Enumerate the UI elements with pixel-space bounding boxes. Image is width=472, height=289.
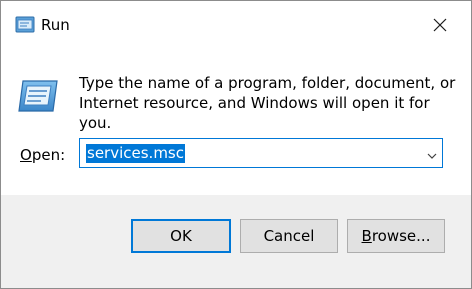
open-label-rest: pen: xyxy=(31,146,66,164)
close-icon xyxy=(433,18,447,32)
open-label-access-key: O xyxy=(20,146,32,164)
browse-label-rest: rowse... xyxy=(371,227,431,245)
run-icon xyxy=(15,16,35,33)
instruction-line-2: Internet resource, and Windows will open… xyxy=(79,94,430,132)
cancel-button[interactable]: Cancel xyxy=(240,219,338,253)
open-label: Open: xyxy=(20,145,65,165)
title-bar[interactable]: Run xyxy=(1,1,471,47)
button-bar: OK Cancel Browse... xyxy=(1,195,471,288)
instruction-line-1: Type the name of a program, folder, docu… xyxy=(79,74,456,92)
instruction-text: Type the name of a program, folder, docu… xyxy=(79,73,459,133)
chevron-down-icon[interactable] xyxy=(426,147,438,159)
dialog-body: Type the name of a program, folder, docu… xyxy=(1,47,471,195)
close-button[interactable] xyxy=(425,10,455,40)
run-icon xyxy=(17,77,61,115)
open-combobox[interactable]: services.msc xyxy=(79,138,443,168)
browse-button[interactable]: Browse... xyxy=(347,219,445,253)
browse-access-key: B xyxy=(361,227,372,245)
window-title: Run xyxy=(41,16,70,34)
ok-button[interactable]: OK xyxy=(131,219,231,253)
run-dialog: Run Type the name of a program, folder, … xyxy=(0,0,472,289)
open-input[interactable]: services.msc xyxy=(86,144,185,163)
